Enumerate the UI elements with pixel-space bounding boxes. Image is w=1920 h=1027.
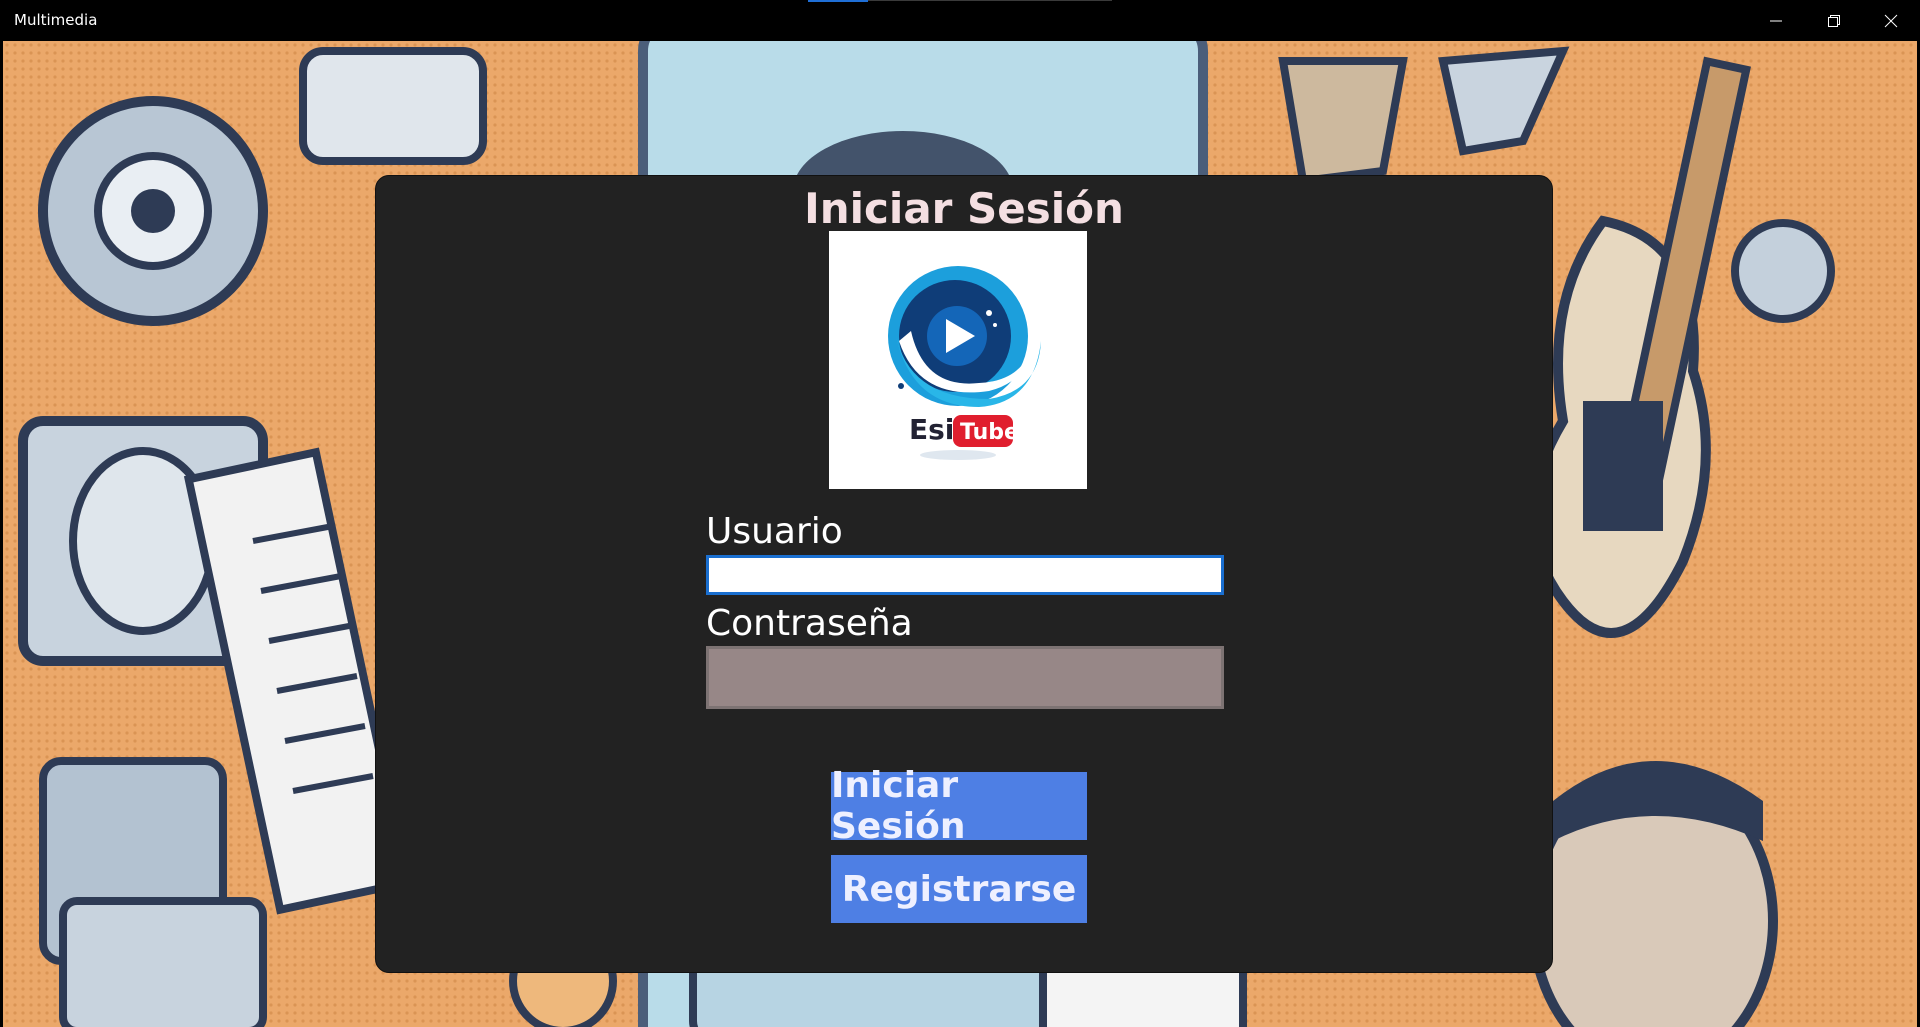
restore-icon <box>1827 14 1840 27</box>
window-title: Multimedia <box>14 11 98 29</box>
title-bar: Multimedia <box>0 0 1920 41</box>
password-label: Contraseña <box>706 603 913 644</box>
titlebar-accent <box>808 0 868 2</box>
page-title: Iniciar Sesión <box>804 184 1124 233</box>
logo-text-esi: Esi <box>909 413 954 446</box>
username-input[interactable] <box>706 555 1224 595</box>
logo-image: Esi Tube <box>888 266 1041 460</box>
esitube-logo: Esi Tube <box>829 231 1087 489</box>
close-button[interactable] <box>1862 0 1919 41</box>
username-label: Usuario <box>706 511 843 552</box>
restore-button[interactable] <box>1805 0 1862 41</box>
window-content: Iniciar Sesión Esi Tube Usuario Contrase… <box>3 41 1917 1027</box>
minimize-button[interactable] <box>1747 0 1804 41</box>
minimize-icon <box>1769 20 1782 21</box>
password-input[interactable] <box>706 646 1224 709</box>
logo-text-tube: Tube <box>960 420 1019 445</box>
close-icon <box>1884 14 1897 27</box>
titlebar-accent-line <box>868 0 1112 1</box>
login-button[interactable]: Iniciar Sesión <box>831 765 1087 847</box>
login-panel: Iniciar Sesión Esi Tube Usuario Contrase… <box>375 175 1553 973</box>
register-button[interactable]: Registrarse <box>831 855 1087 923</box>
